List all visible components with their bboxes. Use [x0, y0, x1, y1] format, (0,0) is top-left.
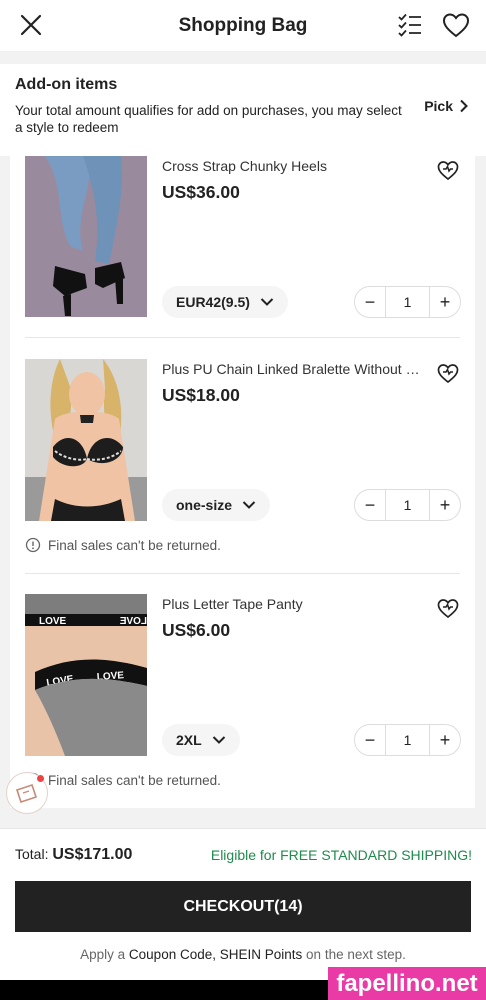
- chevron-down-icon: [242, 501, 256, 509]
- addon-title: Add-on items: [15, 76, 118, 93]
- close-icon[interactable]: [17, 11, 45, 39]
- checkout-button[interactable]: CHECKOUT(14): [15, 881, 471, 932]
- quantity-stepper: − 1 +: [354, 286, 461, 318]
- quantity-value[interactable]: 1: [385, 287, 430, 317]
- increase-quantity-button[interactable]: +: [430, 490, 460, 520]
- apply-coupon-link: Coupon Code, SHEIN Points: [128, 947, 303, 962]
- increase-quantity-button[interactable]: +: [430, 287, 460, 317]
- page-title: Shopping Bag: [178, 14, 308, 36]
- tape-text: LOVE: [39, 616, 67, 627]
- total-label: Total:: [15, 846, 49, 862]
- chevron-down-icon: [212, 736, 225, 744]
- product-name[interactable]: Plus PU Chain Linked Bralette Without Li…: [162, 361, 424, 377]
- final-sale-note: Final sales can't be returned.: [25, 537, 221, 553]
- decrease-quantity-button[interactable]: −: [355, 287, 385, 317]
- product-name[interactable]: Cross Strap Chunky Heels: [162, 158, 424, 174]
- move-to-wishlist-icon[interactable]: [436, 158, 460, 182]
- cart-item: Plus PU Chain Linked Bralette Without Li…: [10, 359, 475, 573]
- info-icon: [25, 537, 41, 553]
- header-bar: Shopping Bag: [0, 0, 486, 52]
- product-image-heels[interactable]: [25, 156, 147, 317]
- watermark: fapellino.net: [328, 967, 486, 1000]
- tape-text: LOVE: [119, 616, 147, 627]
- cart-item-list: Cross Strap Chunky Heels US$36.00 EUR42(…: [0, 156, 486, 808]
- increase-quantity-button[interactable]: +: [430, 725, 460, 755]
- divider: [25, 337, 460, 338]
- final-sale-note: Final sales can't be returned.: [25, 772, 221, 788]
- decrease-quantity-button[interactable]: −: [355, 725, 385, 755]
- quantity-value[interactable]: 1: [385, 490, 430, 520]
- size-value: one-size: [176, 497, 233, 513]
- apply-prefix: Apply a: [80, 947, 126, 962]
- quantity-stepper: − 1 +: [354, 489, 461, 521]
- product-price: US$36.00: [162, 182, 240, 202]
- chevron-right-icon: [460, 99, 468, 113]
- cart-item: Cross Strap Chunky Heels US$36.00 EUR42(…: [10, 156, 475, 338]
- move-to-wishlist-icon[interactable]: [436, 361, 460, 385]
- checklist-icon[interactable]: [396, 11, 424, 39]
- product-image-panty[interactable]: LOVE LOVE LOVE LOVE: [25, 594, 147, 756]
- apply-coupon-hint: Apply a Coupon Code, SHEIN Points on the…: [0, 947, 486, 962]
- wishlist-heart-icon[interactable]: [441, 10, 471, 40]
- order-total: Total: US$171.00: [15, 846, 132, 864]
- size-selector[interactable]: EUR42(9.5): [162, 286, 288, 318]
- final-sale-text: Final sales can't be returned.: [48, 537, 221, 553]
- addon-banner[interactable]: Add-on items Your total amount qualifies…: [0, 64, 486, 156]
- pick-button[interactable]: Pick: [424, 98, 469, 114]
- size-value: EUR42(9.5): [176, 294, 250, 310]
- pick-label: Pick: [424, 98, 453, 114]
- cart-item: LOVE LOVE LOVE LOVE Plus Letter Tape Pan…: [10, 594, 475, 808]
- size-selector[interactable]: 2XL: [162, 724, 240, 756]
- quantity-stepper: − 1 +: [354, 724, 461, 756]
- product-image-bralette[interactable]: [25, 359, 147, 521]
- divider: [25, 573, 460, 574]
- quantity-value[interactable]: 1: [385, 725, 430, 755]
- addon-description: Your total amount qualifies for add on p…: [15, 103, 402, 135]
- cart-card: Cross Strap Chunky Heels US$36.00 EUR42(…: [10, 156, 475, 808]
- final-sale-text: Final sales can't be returned.: [48, 772, 221, 788]
- size-selector[interactable]: one-size: [162, 489, 271, 521]
- apply-suffix: on the next step.: [306, 947, 406, 962]
- move-to-wishlist-icon[interactable]: [436, 596, 460, 620]
- free-shipping-notice: Eligible for FREE STANDARD SHIPPING!: [210, 847, 472, 863]
- chevron-down-icon: [260, 298, 274, 306]
- product-name[interactable]: Plus Letter Tape Panty: [162, 596, 424, 612]
- coupon-ticket-icon: [15, 783, 38, 804]
- checkout-footer: Total: US$171.00 Eligible for FREE STAND…: [0, 828, 486, 980]
- total-value: US$171.00: [52, 846, 133, 863]
- decrease-quantity-button[interactable]: −: [355, 490, 385, 520]
- product-price: US$6.00: [162, 620, 231, 640]
- size-value: 2XL: [176, 732, 202, 748]
- notification-dot: [37, 775, 44, 782]
- product-price: US$18.00: [162, 385, 240, 405]
- coupon-float-button[interactable]: [6, 772, 48, 814]
